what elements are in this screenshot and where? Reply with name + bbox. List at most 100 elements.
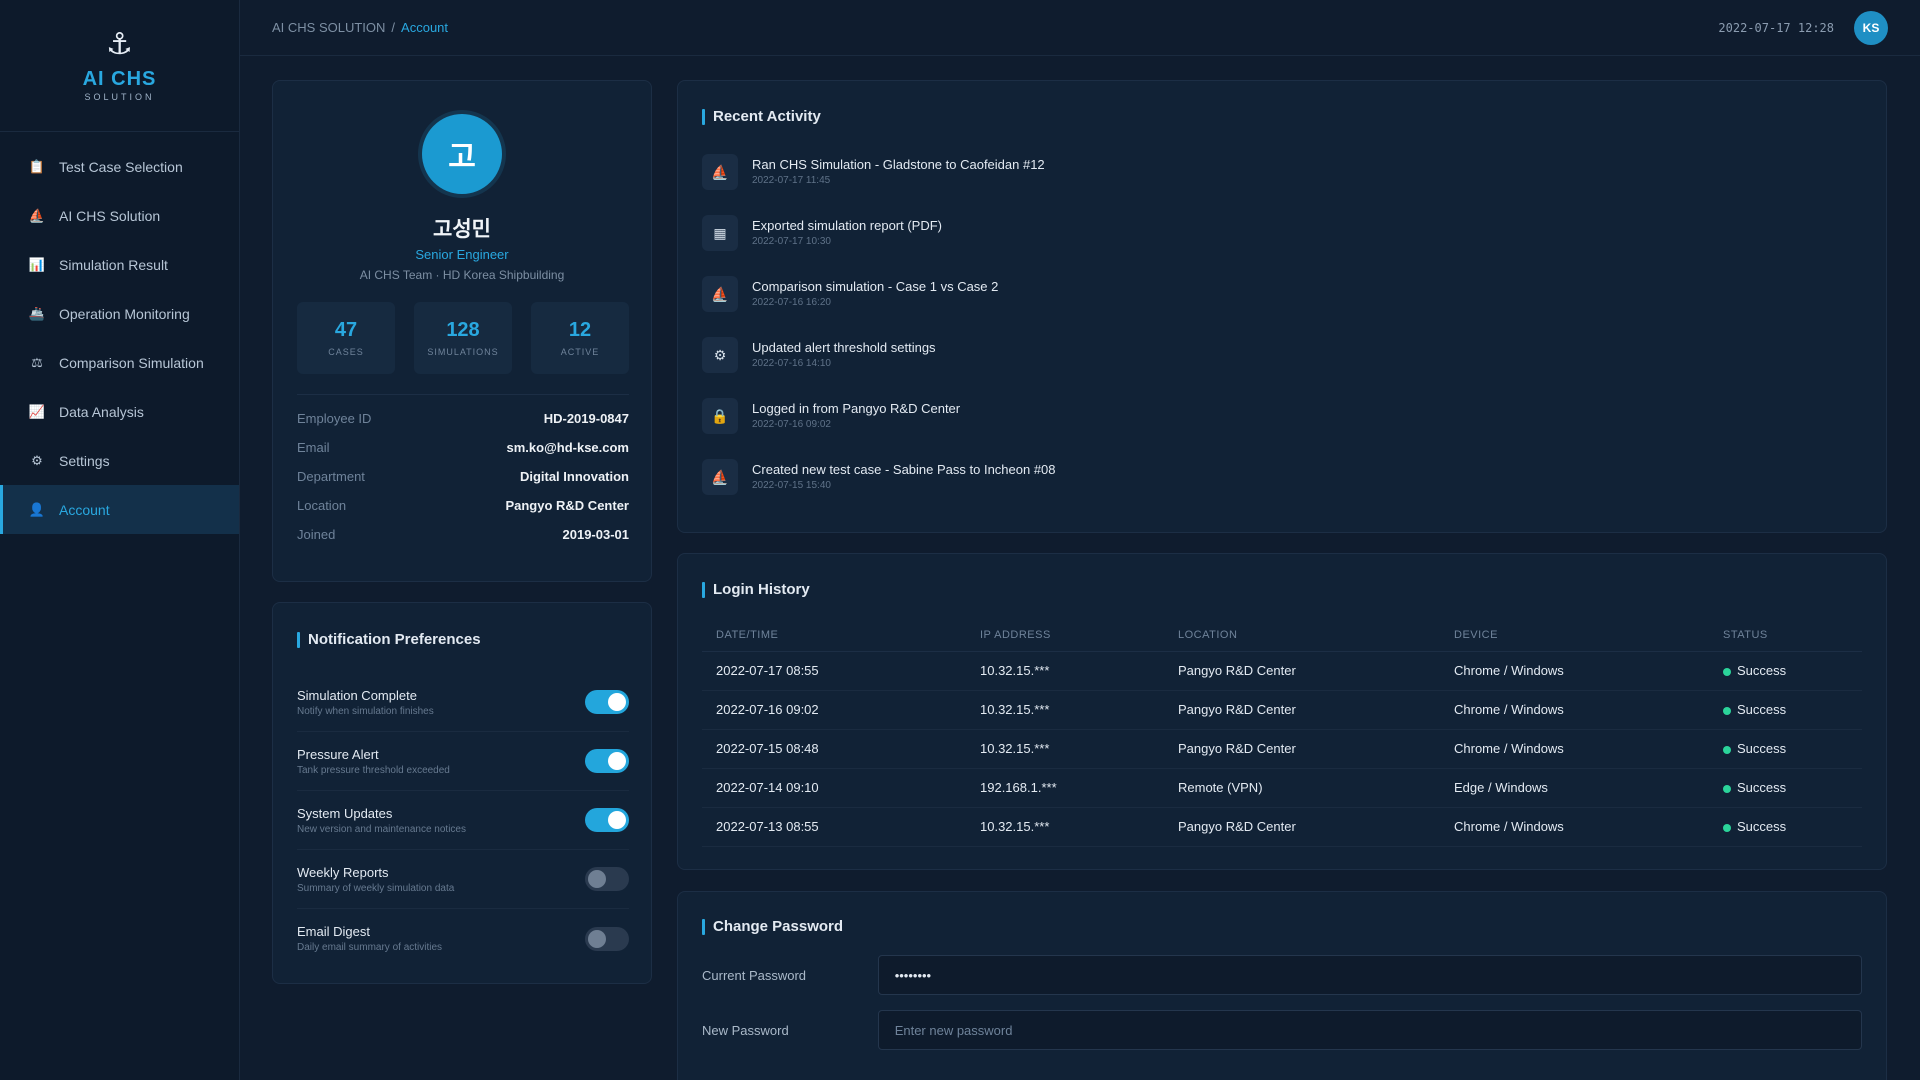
cell-status: Success [1709, 807, 1862, 847]
stat-value: 12 [568, 319, 592, 341]
top-header: AI CHS SOLUTION / Account 2022-07-17 12:28… [240, 0, 1920, 56]
column-header: IP ADDRESS [966, 620, 1164, 652]
cell-ip: 10.32.15.*** [966, 651, 1164, 691]
cell-location: Pangyo R&D Center [1164, 651, 1440, 691]
status-dot-icon [1723, 667, 1731, 676]
sidebar-item-data-analysis[interactable]: 📈 Data Analysis [0, 387, 239, 436]
activity-list: ⛵ Ran CHS Simulation - Gladstone to Caof… [702, 154, 1862, 520]
stat-value: 128 [446, 319, 480, 341]
sidebar-item-label: Comparison Simulation [59, 354, 204, 371]
table-header-row: DATE/TIME IP ADDRESS LOCATION DEVICE STA… [702, 620, 1862, 652]
notification-toggle[interactable] [585, 690, 629, 714]
new-password-input[interactable] [877, 1010, 1862, 1050]
cell-ip: 10.32.15.*** [966, 690, 1164, 730]
cell-device: Chrome / Windows [1440, 651, 1709, 691]
toggle-knob [608, 693, 626, 711]
activity-time: 2022-07-16 16:20 [752, 297, 831, 308]
gear-icon: ⚙ [702, 337, 738, 373]
cell-device: Chrome / Windows [1440, 807, 1709, 847]
status-text: Success [1737, 819, 1787, 834]
column-header: STATUS [1709, 620, 1862, 652]
notification-row: Simulation Complete Notify when simulati… [297, 673, 629, 732]
info-key: Employee ID [297, 411, 372, 426]
toggle-knob [608, 811, 626, 829]
activity-time: 2022-07-16 14:10 [752, 358, 831, 369]
current-password-input[interactable] [877, 955, 1862, 995]
cell-datetime: 2022-07-15 08:48 [702, 729, 966, 769]
bar-chart-icon: ▦ [702, 215, 738, 251]
cell-datetime: 2022-07-17 08:55 [702, 651, 966, 691]
bar-chart-icon: 📊 [28, 256, 46, 272]
activity-title: Logged in from Pangyo R&D Center [752, 401, 961, 416]
sidebar-item-account[interactable]: 👤 Account [0, 485, 239, 534]
user-avatar[interactable]: KS [1854, 11, 1888, 45]
notification-preferences-card: Notification Preferences Simulation Comp… [272, 602, 652, 984]
ship-icon: ⛵ [702, 276, 738, 312]
login-history-table: DATE/TIME IP ADDRESS LOCATION DEVICE STA… [702, 620, 1862, 847]
info-key: Department [297, 469, 365, 484]
notification-toggle[interactable] [585, 926, 629, 951]
vessel-icon: 🚢 [28, 305, 46, 321]
sidebar-item-comparison-simulation[interactable]: ⚖ Comparison Simulation [0, 338, 239, 387]
logo[interactable]: ⚓ AI CHS SOLUTION [0, 0, 239, 132]
activity-item: 🔒 Logged in from Pangyo R&D Center 2022-… [702, 398, 1862, 459]
info-row-department: Department Digital Innovation [297, 462, 629, 491]
notification-desc: New version and maintenance notices [297, 823, 466, 835]
sidebar-item-simulation-result[interactable]: 📊 Simulation Result [0, 240, 239, 289]
notification-toggle[interactable] [585, 749, 629, 773]
notification-row: Weekly Reports Summary of weekly simulat… [297, 850, 629, 909]
toggle-knob [608, 752, 626, 770]
activity-item: ⛵ Ran CHS Simulation - Gladstone to Caof… [702, 154, 1862, 215]
ship-icon: ⛵ [702, 154, 738, 190]
table-row: 2022-07-16 09:02 10.32.15.*** Pangyo R&D… [702, 690, 1862, 730]
datetime-display: 2022-07-17 12:28 [1718, 21, 1834, 35]
notification-toggle[interactable] [585, 808, 629, 832]
notification-desc: Notify when simulation finishes [297, 705, 434, 717]
sidebar-item-settings[interactable]: ⚙ Settings [0, 436, 239, 485]
table-row: 2022-07-15 08:48 10.32.15.*** Pangyo R&D… [702, 729, 1862, 769]
column-header: DEVICE [1440, 620, 1709, 652]
table-row: 2022-07-14 09:10 192.168.1.*** Remote (V… [702, 768, 1862, 808]
activity-time: 2022-07-15 15:40 [752, 480, 831, 491]
info-value: Digital Innovation [519, 469, 629, 484]
stat-active: 12 ACTIVE [531, 302, 629, 374]
sidebar-item-test-case-selection[interactable]: 📋 Test Case Selection [0, 142, 239, 191]
activity-time: 2022-07-17 11:45 [752, 175, 831, 186]
notification-row: Pressure Alert Tank pressure threshold e… [297, 732, 629, 791]
notification-list: Simulation Complete Notify when simulati… [297, 673, 629, 968]
info-value: sm.ko@hd-kse.com [506, 440, 630, 455]
login-history-card: Login History DATE/TIME IP ADDRESS LOCAT… [677, 553, 1887, 870]
breadcrumb: AI CHS SOLUTION / Account [272, 20, 448, 35]
change-password-card: Change Password Current Password New Pas… [677, 891, 1887, 1080]
cell-status: Success [1709, 729, 1862, 769]
scale-icon: ⚖ [31, 354, 43, 370]
activity-time: 2022-07-17 10:30 [752, 236, 831, 247]
ship-icon: ⛵ [28, 207, 46, 223]
sidebar-item-operation-monitoring[interactable]: 🚢 Operation Monitoring [0, 289, 239, 338]
cell-ip: 192.168.1.*** [966, 768, 1164, 808]
stat-label: SIMULATIONS [427, 347, 499, 357]
column-header: LOCATION [1164, 620, 1440, 652]
sidebar-item-label: Data Analysis [59, 403, 144, 420]
info-value: HD-2019-0847 [543, 411, 629, 426]
sidebar-item-ai-chs-solution[interactable]: ⛵ AI CHS Solution [0, 191, 239, 240]
notification-desc: Summary of weekly simulation data [297, 882, 455, 894]
notification-title: Pressure Alert [297, 746, 379, 762]
cell-status: Success [1709, 768, 1862, 808]
user-icon: 👤 [28, 501, 46, 517]
profile-card: 고 고성민 Senior Engineer AI CHS Team · HD K… [272, 80, 652, 582]
cell-location: Pangyo R&D Center [1164, 690, 1440, 730]
current-password-label: Current Password [702, 967, 807, 983]
activity-item: ⚙ Updated alert threshold settings 2022-… [702, 337, 1862, 398]
notification-toggle[interactable] [585, 867, 629, 891]
cell-device: Chrome / Windows [1440, 729, 1709, 769]
activity-title: Comparison simulation - Case 1 vs Case 2 [752, 279, 999, 294]
activity-time: 2022-07-16 09:02 [752, 419, 831, 430]
profile-name: 고성민 [433, 218, 491, 241]
ship-icon: ⛵ [702, 459, 738, 495]
card-title: Change Password [702, 918, 843, 935]
status-dot-icon [1723, 745, 1731, 754]
toggle-knob [588, 870, 606, 888]
breadcrumb-root[interactable]: AI CHS SOLUTION [272, 20, 385, 35]
logo-subtitle: SOLUTION [84, 91, 155, 102]
